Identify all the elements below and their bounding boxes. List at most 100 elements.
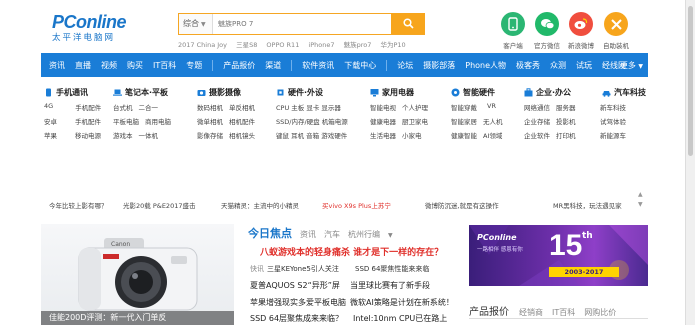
ticker-item[interactable]: 今年比较上影有哪？ [49,200,108,210]
category-link[interactable]: 试驾体验 [600,116,626,126]
category-link[interactable]: 平板电脑 [113,116,139,126]
ticker-down-arrow-icon[interactable]: ▼ [638,201,643,208]
news-item[interactable]: SSD 64层聚焦成来来临？ [250,313,343,324]
category-link[interactable]: 小家电 [402,130,422,140]
nav-item[interactable]: IT百科 [153,60,176,71]
category-link[interactable]: 安卓 [44,116,57,126]
tab-city[interactable]: 杭州行编 [348,229,380,240]
category-link[interactable]: 健康智能 [451,130,477,140]
ticker-item[interactable]: 微博防沉迷,就是有这操作 [425,200,499,210]
tab-price-compare[interactable]: 网购比价 [584,307,616,318]
site-logo[interactable]: PConline 太平洋电脑网 [52,12,162,43]
ticker-up-arrow-icon[interactable]: ▲ [638,191,643,198]
nav-item[interactable]: 直播 [75,60,91,71]
news-item[interactable]: Intel:10nm CPU已在路上 [353,313,447,324]
search-category-select[interactable]: 综合 ▼ [179,14,213,34]
nav-item[interactable]: 专题 [186,60,202,71]
category-link[interactable]: SSD/内存/硬盘 机箱电源 [276,116,348,126]
category-link[interactable]: 健康电器 [370,116,396,126]
category-title[interactable]: 企业·办公 [536,87,571,98]
nav-item[interactable]: 视频 [101,60,117,71]
nav-item[interactable]: 试玩 [576,60,592,71]
search-input[interactable] [213,14,391,34]
hotword-link[interactable]: OPPO R11 [266,41,299,49]
nav-item[interactable]: 众测 [550,60,566,71]
hotword-link[interactable]: iPhone7 [308,41,334,49]
category-link[interactable]: 移动电源 [75,130,101,140]
nav-item[interactable]: 产品报价 [223,60,255,71]
ticker-item[interactable]: 光影20载 P&E2017盛击 [123,200,195,210]
ticker-item[interactable]: 买vivo X9s Plus上苏宁 [322,200,391,210]
category-link[interactable]: 企业存储 [524,116,550,126]
nav-item[interactable]: 资讯 [49,60,65,71]
category-title[interactable]: 智能硬件 [463,87,495,98]
category-link[interactable]: 手机配件 [75,116,101,126]
category-link[interactable]: 手机配件 [75,102,101,112]
category-link[interactable]: 新能源车 [600,130,626,140]
nav-more-button[interactable]: 更多 ▼ [620,60,643,71]
category-link[interactable]: 无人机 [483,116,503,126]
category-link[interactable]: VR [487,102,496,112]
nav-item[interactable]: 软件资讯 [302,60,334,71]
hotword-link[interactable]: 三星S8 [236,41,257,49]
category-link[interactable]: AI领域 [483,130,502,140]
category-title[interactable]: 笔记本·平板 [125,87,168,98]
category-title[interactable]: 摄影摄像 [209,87,241,98]
news-item[interactable]: 快讯 三星KEYone5引人关注 [250,264,339,274]
category-link[interactable]: 智能家居 [451,116,477,126]
nav-item[interactable]: 摄影部落 [423,60,455,71]
ticker-item[interactable]: MR黑科技，玩法遇见家 [553,200,622,210]
nav-item[interactable]: 购买 [127,60,143,71]
category-title[interactable]: 手机通讯 [56,87,88,98]
category-link[interactable]: 台式机 [113,102,133,112]
category-link[interactable]: 相机镜头 [229,130,255,140]
category-link[interactable]: 4G [44,102,53,112]
category-title[interactable]: 汽车科技 [614,87,646,98]
category-link[interactable]: 微单相机 [197,116,223,126]
category-link[interactable]: 键鼠 耳机 音箱 游戏硬件 [276,130,347,140]
ticker-item[interactable]: 天猫精灵：主流中的小精灵 [221,200,299,210]
category-link[interactable]: 商用电脑 [145,116,171,126]
news-item[interactable]: 苹果增强现实多爱平板电脑 [250,297,346,308]
news-item[interactable]: 微软AI策略是计划在新系统！ [350,297,454,308]
category-link[interactable]: 影像存储 [197,130,223,140]
hotword-link[interactable]: 魅族pro7 [344,41,372,49]
vertical-scrollbar[interactable] [685,0,695,325]
tab-dealer[interactable]: 经销商 [519,307,543,318]
category-link[interactable]: 网络通信 [524,102,550,112]
scrollbar-thumb[interactable] [688,6,693,156]
category-link[interactable]: 游戏本 [113,130,133,140]
news-item[interactable]: 夏普AQUOS S2“异形”屏 [250,280,340,291]
category-link[interactable]: 相机配件 [229,116,255,126]
category-title[interactable]: 家用电器 [382,87,414,98]
focus-headline[interactable]: 八蚁游戏本的轻身痛杀 谁才是下一样的存在？ [260,245,443,258]
nav-item[interactable]: 论坛 [397,60,413,71]
nav-item[interactable]: 渠道 [265,60,281,71]
tab-car[interactable]: 汽车 [324,229,340,240]
category-link[interactable]: 一体机 [139,130,159,140]
nav-item[interactable]: Phone人物 [465,60,506,71]
category-link[interactable]: 服务器 [556,102,576,112]
anniversary-banner[interactable]: PConline 一路相伴 感恩有你 15 th 2003-2017 [469,225,648,286]
category-link[interactable]: 二合一 [139,102,159,112]
tab-news[interactable]: 资讯 [300,229,316,240]
tab-it-wiki[interactable]: IT百科 [552,307,575,318]
quick-link-tools[interactable]: 自助装机 [596,12,636,50]
feature-caption[interactable]: 佳能200D评测：新一代入门单反 [41,311,234,325]
category-link[interactable]: 数码相机 [197,102,223,112]
tab-product-price[interactable]: 产品报价 [469,303,509,318]
category-link[interactable]: 生活电器 [370,130,396,140]
nav-item[interactable]: 极客秀 [516,60,540,71]
search-button[interactable] [391,13,425,34]
category-link[interactable]: 企业软件 [524,130,550,140]
category-link[interactable]: 打印机 [556,130,576,140]
category-link[interactable]: 智能电视 [370,102,396,112]
hotword-link[interactable]: 2017 China Joy [178,41,227,49]
category-link[interactable]: 苹果 [44,130,57,140]
category-title[interactable]: 硬件·外设 [288,87,323,98]
quick-link-weibo[interactable]: 新浪微博 [561,12,601,50]
feature-image[interactable]: Canon [41,224,234,325]
category-link[interactable]: 个人护理 [402,102,428,112]
category-link[interactable]: CPU 主板 显卡 显示器 [276,102,341,112]
hotword-link[interactable]: 华为P10 [380,41,405,49]
